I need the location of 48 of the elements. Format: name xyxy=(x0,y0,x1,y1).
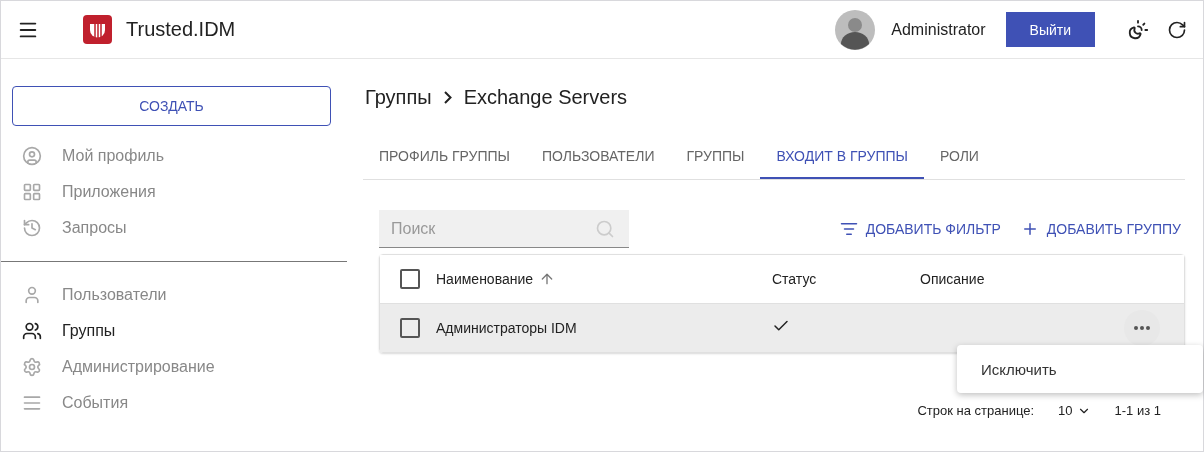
refresh-icon[interactable] xyxy=(1167,19,1187,40)
user-icon xyxy=(22,285,42,305)
more-button[interactable] xyxy=(1124,310,1160,346)
user-name: Administrator xyxy=(891,20,986,39)
tab[interactable]: ВХОДИТ В ГРУППЫ xyxy=(760,135,924,179)
table-row[interactable]: Администраторы IDM xyxy=(380,303,1184,352)
page-range: 1-1 из 1 xyxy=(1114,403,1161,418)
action-button[interactable]: ДОБАВИТЬ ФИЛЬТР xyxy=(835,220,1005,238)
chevron-right-icon xyxy=(443,90,452,104)
theme-icon[interactable] xyxy=(1127,18,1149,41)
sidebar-item[interactable]: Мой профиль xyxy=(1,138,347,174)
create-button[interactable]: СОЗДАТЬ xyxy=(12,86,331,126)
sidebar-item[interactable]: Группы xyxy=(1,313,347,349)
profile-icon xyxy=(22,146,42,166)
search-field[interactable]: Поиск xyxy=(379,210,629,248)
menu-item[interactable]: Исключить xyxy=(957,351,1203,387)
rows-per-page-value[interactable]: 10 xyxy=(1058,403,1073,418)
tab[interactable]: РОЛИ xyxy=(923,135,995,179)
users-icon xyxy=(22,321,42,341)
tab[interactable]: ПРОФИЛЬ ГРУППЫ xyxy=(363,135,526,179)
breadcrumb-item[interactable]: Группы xyxy=(365,85,432,109)
sidebar-item[interactable]: Администрирование xyxy=(1,349,347,385)
history-icon xyxy=(22,218,42,238)
list-icon xyxy=(22,393,42,413)
filter-icon xyxy=(839,220,858,238)
checkbox[interactable] xyxy=(400,318,420,338)
column-header[interactable]: Описание xyxy=(920,271,1124,287)
logo-icon xyxy=(83,15,112,44)
settings-icon xyxy=(22,357,42,377)
breadcrumb-item: Exchange Servers xyxy=(463,85,628,109)
search-icon xyxy=(595,219,615,239)
action-button[interactable]: ДОБАВИТЬ ГРУППУ xyxy=(1016,220,1185,238)
avatar xyxy=(835,9,876,50)
checkbox[interactable] xyxy=(400,269,420,289)
apps-icon xyxy=(22,182,42,202)
sidebar-item[interactable]: Приложения xyxy=(1,174,347,210)
logout-button[interactable]: Выйти xyxy=(1005,12,1095,47)
tab[interactable]: ПОЛЬЗОВАТЕЛИ xyxy=(526,135,671,179)
sidebar-item[interactable]: События xyxy=(1,385,347,421)
more-icon xyxy=(1134,326,1150,330)
app-title: Trusted.IDM xyxy=(126,18,236,41)
tab[interactable]: ГРУППЫ xyxy=(670,135,761,179)
column-header[interactable]: Статус xyxy=(772,271,920,287)
rows-per-page-label: Строк на странице: xyxy=(917,403,1035,418)
sidebar-item[interactable]: Пользователи xyxy=(1,277,347,313)
sidebar-item[interactable]: Запросы xyxy=(1,210,347,246)
column-header[interactable]: Наименование xyxy=(436,271,772,287)
table-cell-text: Администраторы IDM xyxy=(436,320,578,336)
